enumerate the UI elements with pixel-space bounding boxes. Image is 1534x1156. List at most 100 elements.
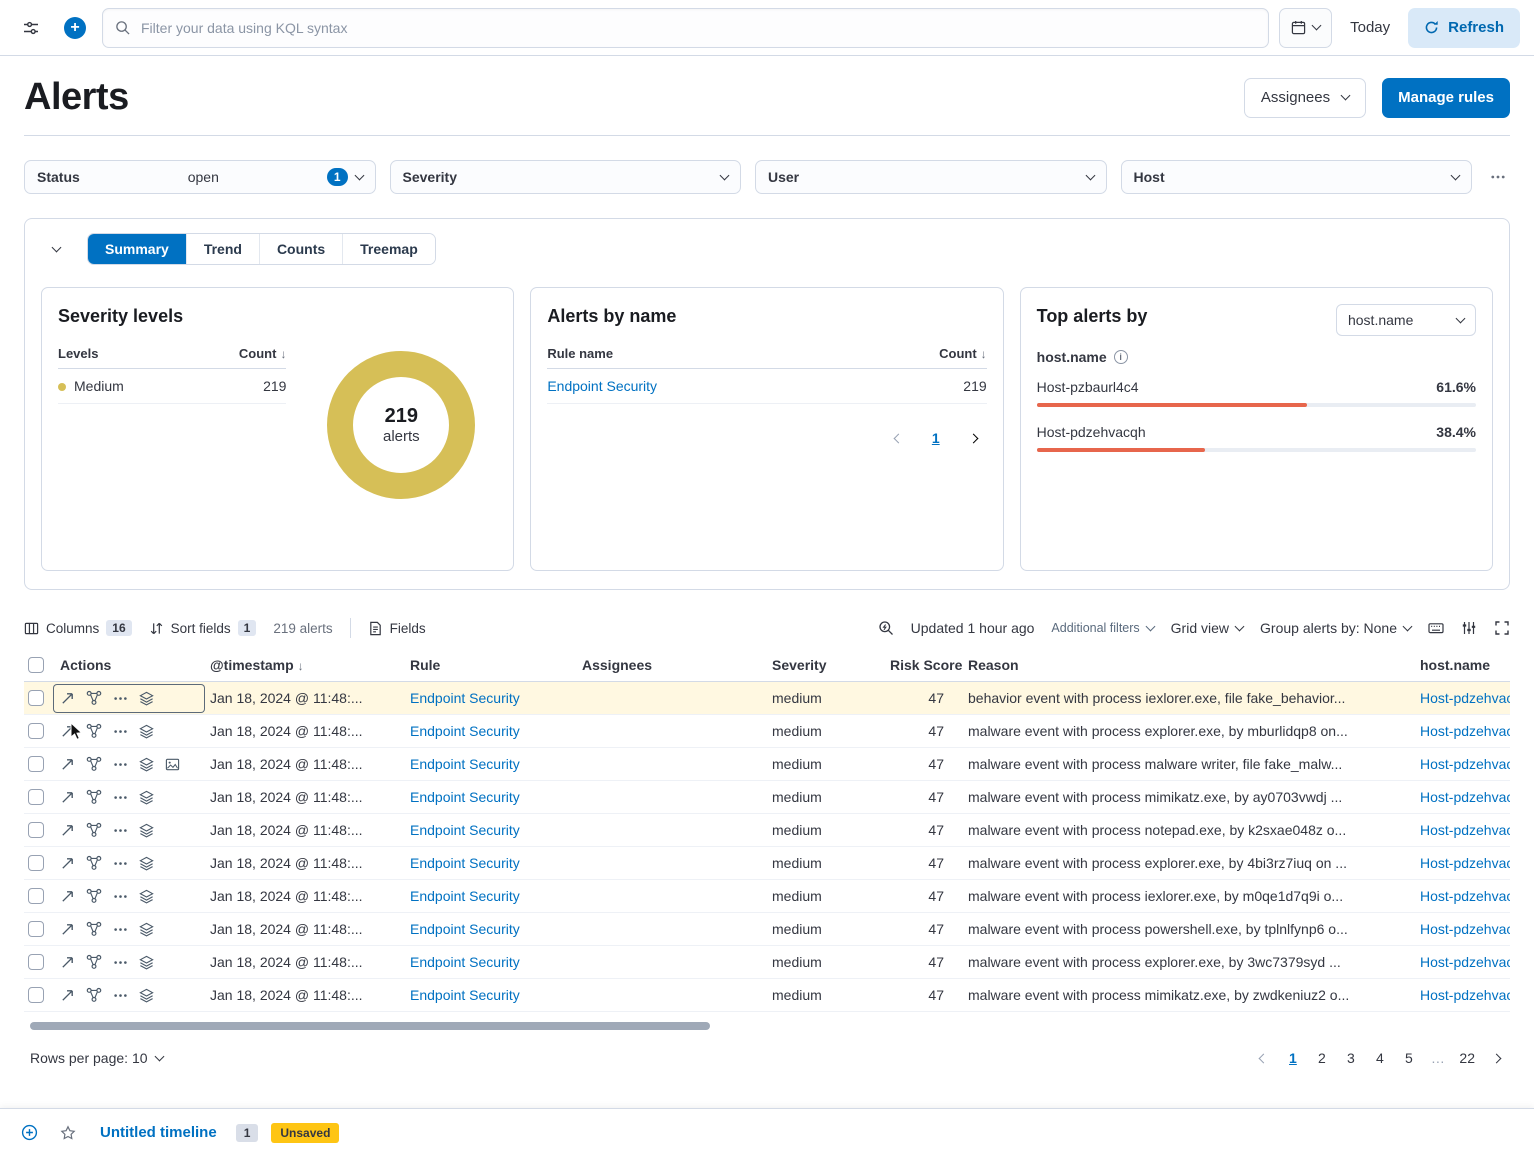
horizontal-scrollbar[interactable] <box>30 1022 710 1030</box>
reason-cell[interactable]: malware event with process explorer.exe,… <box>962 855 1414 871</box>
rows-per-page-button[interactable]: Rows per page: 10 <box>24 1049 169 1067</box>
inspect-button[interactable] <box>878 620 894 636</box>
severity-filter[interactable]: Severity <box>390 160 742 194</box>
session-view-icon[interactable] <box>139 955 154 970</box>
expand-alert-icon[interactable] <box>60 757 75 772</box>
session-view-icon[interactable] <box>139 988 154 1003</box>
rule-link[interactable]: Endpoint Security <box>404 756 576 772</box>
sort-fields-button[interactable]: Sort fields 1 <box>149 620 257 636</box>
count-column-header[interactable]: Count↓ <box>939 346 987 361</box>
more-actions-icon[interactable] <box>113 889 128 904</box>
select-all-checkbox[interactable] <box>28 657 44 673</box>
host-name-link[interactable]: Host-pdzehvacqh <box>1414 756 1510 772</box>
row-checkbox[interactable] <box>28 921 44 937</box>
today-button[interactable]: Today <box>1342 19 1398 36</box>
expand-alert-icon[interactable] <box>60 988 75 1003</box>
expand-alert-icon[interactable] <box>60 889 75 904</box>
refresh-button[interactable]: Refresh <box>1408 8 1520 48</box>
session-view-icon[interactable] <box>139 889 154 904</box>
more-actions-icon[interactable] <box>113 724 128 739</box>
display-options-button[interactable] <box>1461 620 1477 636</box>
top-alerts-field-select[interactable]: host.name <box>1336 304 1476 336</box>
host-name-link[interactable]: Host-pdzehvacqh <box>1414 822 1510 838</box>
host-name-link[interactable]: Host-pdzehvacqh <box>1414 855 1510 871</box>
alert-suppression-icon[interactable] <box>165 757 180 772</box>
rule-link[interactable]: Endpoint Security <box>404 954 576 970</box>
reason-cell[interactable]: malware event with process explorer.exe,… <box>962 954 1414 970</box>
user-filter[interactable]: User <box>755 160 1107 194</box>
pagination-page-3[interactable]: 3 <box>1337 1044 1364 1072</box>
row-checkbox[interactable] <box>28 723 44 739</box>
count-column-header[interactable]: Count↓ <box>239 346 287 361</box>
collapse-summary-button[interactable] <box>41 234 71 264</box>
reason-cell[interactable]: behavior event with process iexlorer.exe… <box>962 690 1414 706</box>
reason-cell[interactable]: malware event with process iexlorer.exe,… <box>962 888 1414 904</box>
session-view-icon[interactable] <box>139 691 154 706</box>
host-name-link[interactable]: Host-pdzehvacqh <box>1414 690 1510 706</box>
assignees-column-header[interactable]: Assignees <box>576 657 766 673</box>
reason-cell[interactable]: malware event with process malware write… <box>962 756 1414 772</box>
reason-cell[interactable]: malware event with process notepad.exe, … <box>962 822 1414 838</box>
row-checkbox[interactable] <box>28 822 44 838</box>
fields-button[interactable]: Fields <box>368 621 426 636</box>
session-view-icon[interactable] <box>139 823 154 838</box>
analyze-event-icon[interactable] <box>86 756 102 772</box>
reason-cell[interactable]: malware event with process mimikatz.exe,… <box>962 789 1414 805</box>
more-actions-icon[interactable] <box>113 955 128 970</box>
tab-summary[interactable]: Summary <box>88 234 186 264</box>
expand-alert-icon[interactable] <box>60 922 75 937</box>
expand-alert-icon[interactable] <box>60 724 75 739</box>
expand-alert-icon[interactable] <box>60 955 75 970</box>
pagination-page-22[interactable]: 22 <box>1453 1044 1481 1072</box>
pager-page-1[interactable]: 1 <box>926 429 946 447</box>
group-alerts-by-button[interactable]: Group alerts by: None <box>1260 620 1411 636</box>
expand-alert-icon[interactable] <box>60 691 75 706</box>
kql-search-bar[interactable] <box>102 8 1269 48</box>
favorite-timeline-button[interactable] <box>55 1120 81 1146</box>
analyze-event-icon[interactable] <box>86 723 102 739</box>
expand-alert-icon[interactable] <box>60 856 75 871</box>
host-name-link[interactable]: Host-pdzehvacqh <box>1414 921 1510 937</box>
more-actions-icon[interactable] <box>113 823 128 838</box>
rule-link[interactable]: Endpoint Security <box>404 855 576 871</box>
row-checkbox[interactable] <box>28 987 44 1003</box>
additional-filters-button[interactable]: Additional filters <box>1051 621 1153 635</box>
risk-score-column-header[interactable]: Risk Score <box>884 657 962 673</box>
tab-counts[interactable]: Counts <box>259 234 342 264</box>
rule-link[interactable]: Endpoint Security <box>404 822 576 838</box>
reason-cell[interactable]: malware event with process mimikatz.exe,… <box>962 987 1414 1003</box>
pagination-page-5[interactable]: 5 <box>1395 1044 1422 1072</box>
expand-alert-icon[interactable] <box>60 823 75 838</box>
session-view-icon[interactable] <box>139 856 154 871</box>
more-actions-icon[interactable] <box>113 691 128 706</box>
reason-cell[interactable]: malware event with process explorer.exe,… <box>962 723 1414 739</box>
session-view-icon[interactable] <box>139 790 154 805</box>
host-name-link[interactable]: Host-pdzehvacqh <box>1414 723 1510 739</box>
row-checkbox[interactable] <box>28 690 44 706</box>
row-checkbox[interactable] <box>28 954 44 970</box>
reason-column-header[interactable]: Reason <box>962 657 1414 673</box>
status-filter[interactable]: Status open 1 <box>24 160 376 194</box>
pagination-page-2[interactable]: 2 <box>1308 1044 1335 1072</box>
row-checkbox[interactable] <box>28 855 44 871</box>
analyze-event-icon[interactable] <box>86 855 102 871</box>
columns-button[interactable]: Columns 16 <box>24 620 132 636</box>
more-actions-icon[interactable] <box>113 757 128 772</box>
reason-cell[interactable]: malware event with process powershell.ex… <box>962 921 1414 937</box>
pagination-previous-icon[interactable] <box>1250 1044 1277 1072</box>
pagination-next-icon[interactable] <box>1483 1044 1510 1072</box>
row-checkbox[interactable] <box>28 756 44 772</box>
rule-name-link[interactable]: Endpoint Security <box>547 378 657 394</box>
kql-search-input[interactable] <box>139 19 1256 37</box>
more-actions-icon[interactable] <box>113 988 128 1003</box>
add-timeline-button[interactable] <box>16 1120 42 1146</box>
date-picker-button[interactable] <box>1279 8 1332 48</box>
timeline-title-link[interactable]: Untitled timeline <box>94 1123 223 1142</box>
analyze-event-icon[interactable] <box>86 987 102 1003</box>
session-view-icon[interactable] <box>139 724 154 739</box>
analyze-event-icon[interactable] <box>86 789 102 805</box>
rule-link[interactable]: Endpoint Security <box>404 690 576 706</box>
severity-column-header[interactable]: Severity <box>766 657 884 673</box>
keyboard-shortcuts-button[interactable] <box>1428 620 1444 636</box>
analyze-event-icon[interactable] <box>86 954 102 970</box>
